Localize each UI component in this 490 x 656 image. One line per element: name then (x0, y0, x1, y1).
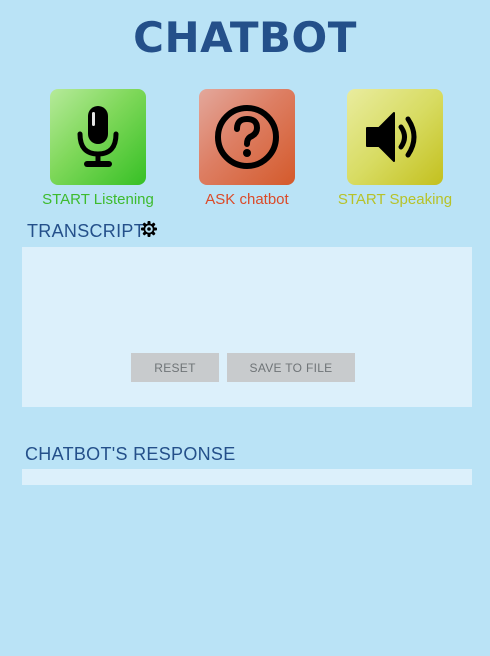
question-icon (215, 105, 279, 169)
start-listening-button[interactable] (50, 89, 146, 185)
start-speaking-button[interactable] (347, 89, 443, 185)
start-speaking-action[interactable]: START Speaking (320, 89, 470, 209)
microphone-icon (77, 106, 119, 167)
response-output (22, 469, 472, 485)
reset-button[interactable]: RESET (131, 353, 219, 382)
ask-chatbot-label: ASK chatbot (205, 191, 289, 208)
speaker-icon (366, 112, 417, 162)
start-listening-label: START Listening (42, 191, 154, 208)
app-title: CHATBOT (133, 13, 357, 62)
start-listening-action[interactable]: START Listening (23, 89, 173, 209)
gear-icon[interactable] (141, 221, 157, 237)
save-to-file-button[interactable]: SAVE TO FILE (227, 353, 355, 382)
transcript-textbox[interactable] (22, 247, 472, 407)
ask-chatbot-action[interactable]: ASK chatbot (172, 89, 322, 209)
start-speaking-label: START Speaking (337, 191, 453, 208)
transcript-heading: TRANSCRIPT (27, 221, 146, 241)
ask-chatbot-button[interactable] (199, 89, 295, 185)
response-heading: CHATBOT'S RESPONSE (25, 444, 236, 464)
